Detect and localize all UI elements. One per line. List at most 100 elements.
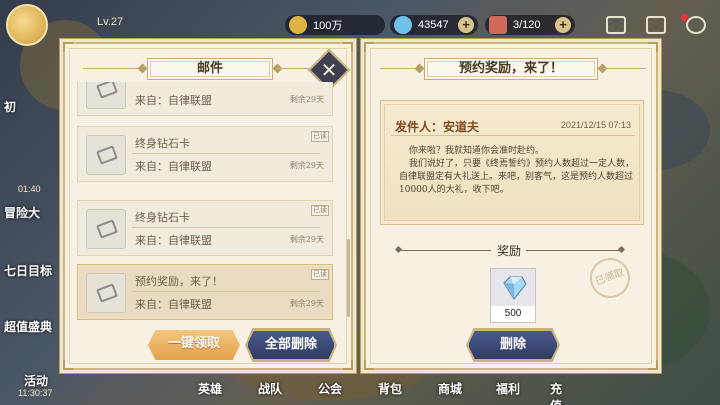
divider (132, 291, 320, 292)
reward-ornament (617, 245, 626, 254)
mail-date: 2021/12/15 07:13 (560, 120, 631, 130)
mail-scrollbar[interactable] (347, 239, 350, 317)
mail-list-item-selected[interactable]: 预约奖励，来了！ 来自：自律联盟 剩余29天 已读 (77, 264, 333, 320)
nav-heroes[interactable]: 英雄 (198, 380, 222, 397)
mail-from: 来自：自律联盟 (135, 234, 212, 247)
mail-from: 来自：自律联盟 (135, 94, 212, 107)
mail-thumbnail (86, 82, 126, 109)
gold-value: 100万 (313, 20, 343, 32)
diamond-value: 43547 (418, 19, 449, 31)
panel-corner (63, 360, 73, 370)
side-menu-item[interactable]: 冒险大 (4, 204, 62, 221)
mail-remaining: 剩余29天 (289, 235, 324, 244)
mail-thumbnail (86, 135, 126, 175)
mail-remaining: 剩余29天 (289, 95, 324, 104)
nav-welfare[interactable]: 福利 (496, 380, 520, 397)
gold-counter: 100万 (285, 15, 385, 35)
coin-icon (289, 16, 307, 34)
delete-all-button[interactable]: 全部删除 (247, 330, 335, 360)
close-icon: ✕ (320, 58, 338, 82)
bottom-nav: 英雄 战队 公会 背包 商城 福利 充值 (190, 368, 570, 405)
envelope-icon (96, 145, 118, 165)
mail-thumbnail (86, 273, 126, 313)
side-menu-item[interactable]: 活动 (24, 372, 82, 389)
mail-detail-panel: 预约奖励，来了！ 发件人：安道夫 2021/12/15 07:13 你来啦？我就… (364, 42, 658, 370)
nav-recharge[interactable]: 充值 (550, 380, 570, 405)
panel-corner (343, 360, 353, 370)
mail-sender: 发件人：安道夫 (395, 120, 480, 134)
collect-all-button[interactable]: 一键领取 (148, 330, 240, 360)
diamond-icon (394, 16, 412, 34)
title-ornament (602, 68, 646, 69)
letter-card: 发件人：安道夫 2021/12/15 07:13 你来啦？我就知道你会准时赴约。… (380, 100, 644, 225)
divider (132, 227, 320, 228)
mail-remaining: 剩余29天 (289, 161, 324, 170)
title-ornament (414, 63, 425, 74)
stamina-value: 3/120 (513, 19, 541, 31)
divider (391, 135, 635, 136)
panel-corner (648, 360, 658, 370)
mail-subject: 预约奖励，来了！ (135, 275, 223, 288)
panel-corner (343, 42, 353, 52)
panel-corner (648, 42, 658, 52)
delete-button[interactable]: 删除 (468, 330, 558, 360)
panel-corner (364, 42, 374, 52)
nav-guild[interactable]: 公会 (318, 380, 342, 397)
chat-icon[interactable] (606, 16, 626, 34)
title-ornament (277, 68, 309, 69)
mail-remaining: 剩余29天 (289, 299, 324, 308)
reward-label: 奖励 (497, 244, 522, 258)
envelope-icon (96, 219, 118, 239)
add-diamond-button[interactable]: + (458, 17, 474, 33)
reward-ornament (401, 250, 491, 251)
reward-count: 500 (491, 306, 535, 322)
mail-subject: 终身钻石卡 (135, 137, 190, 150)
diamond-counter: 43547 + (390, 15, 478, 35)
mail-detail-title: 预约奖励，来了！ (424, 58, 598, 80)
top-bar: Lv.27 100万 43547 + 3/120 + (0, 0, 720, 46)
read-badge: 已读 (311, 205, 329, 216)
notification-dot (681, 14, 688, 21)
player-avatar[interactable] (6, 4, 48, 46)
nav-bag[interactable]: 背包 (378, 380, 402, 397)
book-icon[interactable] (646, 16, 666, 34)
side-menu-item[interactable]: 超值盛典 (4, 318, 62, 335)
mail-thumbnail (86, 209, 126, 249)
mail-list[interactable]: 来自：自律联盟 剩余29天 终身钻石卡 来自：自律联盟 剩余29天 已读 终身钻… (75, 82, 345, 322)
reward-ornament (526, 250, 621, 251)
envelope-icon (96, 82, 118, 99)
claimed-stamp: 已领取 (584, 252, 636, 304)
mail-subject: 终身钻石卡 (135, 211, 190, 224)
nav-shop[interactable]: 商城 (438, 380, 462, 397)
mail-list-item[interactable]: 终身钻石卡 来自：自律联盟 剩余29天 已读 (77, 200, 333, 256)
read-badge: 已读 (311, 269, 329, 280)
mail-list-item[interactable]: 来自：自律联盟 剩余29天 (77, 82, 333, 116)
mail-from: 来自：自律联盟 (135, 160, 212, 173)
panel-corner (364, 360, 374, 370)
mail-body-paragraph: 我们说好了，只要《终焉誓约》预约人数超过一定人数，自律联盟定有大礼送上。来吧，别… (399, 159, 635, 195)
reward-header: 奖励 (394, 242, 626, 258)
side-menu-timer: 01:40 (18, 184, 41, 194)
read-badge: 已读 (311, 131, 329, 142)
envelope-icon (96, 283, 118, 303)
ticket-icon (489, 16, 507, 34)
mail-list-item[interactable]: 终身钻石卡 来自：自律联盟 剩余29天 已读 (77, 126, 333, 182)
mail-panel: 邮件 ✕ 来自：自律联盟 剩余29天 终身钻石卡 来自：自律联盟 剩余29天 已… (63, 42, 353, 370)
nav-team[interactable]: 战队 (258, 380, 282, 397)
side-menu-item[interactable]: 七日目标 (4, 262, 62, 279)
reward-item[interactable]: 500 (490, 268, 536, 323)
mail-from: 来自：自律联盟 (135, 298, 212, 311)
mail-body: 你来啦？我就知道你会准时赴约。 我们说好了，只要《终焉誓约》预约人数超过一定人数… (399, 145, 635, 197)
title-ornament (137, 63, 148, 74)
side-menu-timer: 11:30:37 (18, 388, 53, 398)
player-level: Lv.27 (97, 16, 124, 28)
mail-title: 邮件 (147, 58, 273, 80)
mail-body-paragraph: 你来啦？我就知道你会准时赴约。 (409, 146, 545, 156)
panel-corner (63, 42, 73, 52)
stamina-counter: 3/120 + (485, 15, 575, 35)
side-menu-item[interactable]: 初 (4, 98, 62, 115)
diamond-card-icon (503, 276, 527, 300)
settings-icon[interactable] (686, 16, 706, 34)
divider (132, 153, 320, 154)
add-stamina-button[interactable]: + (555, 17, 571, 33)
